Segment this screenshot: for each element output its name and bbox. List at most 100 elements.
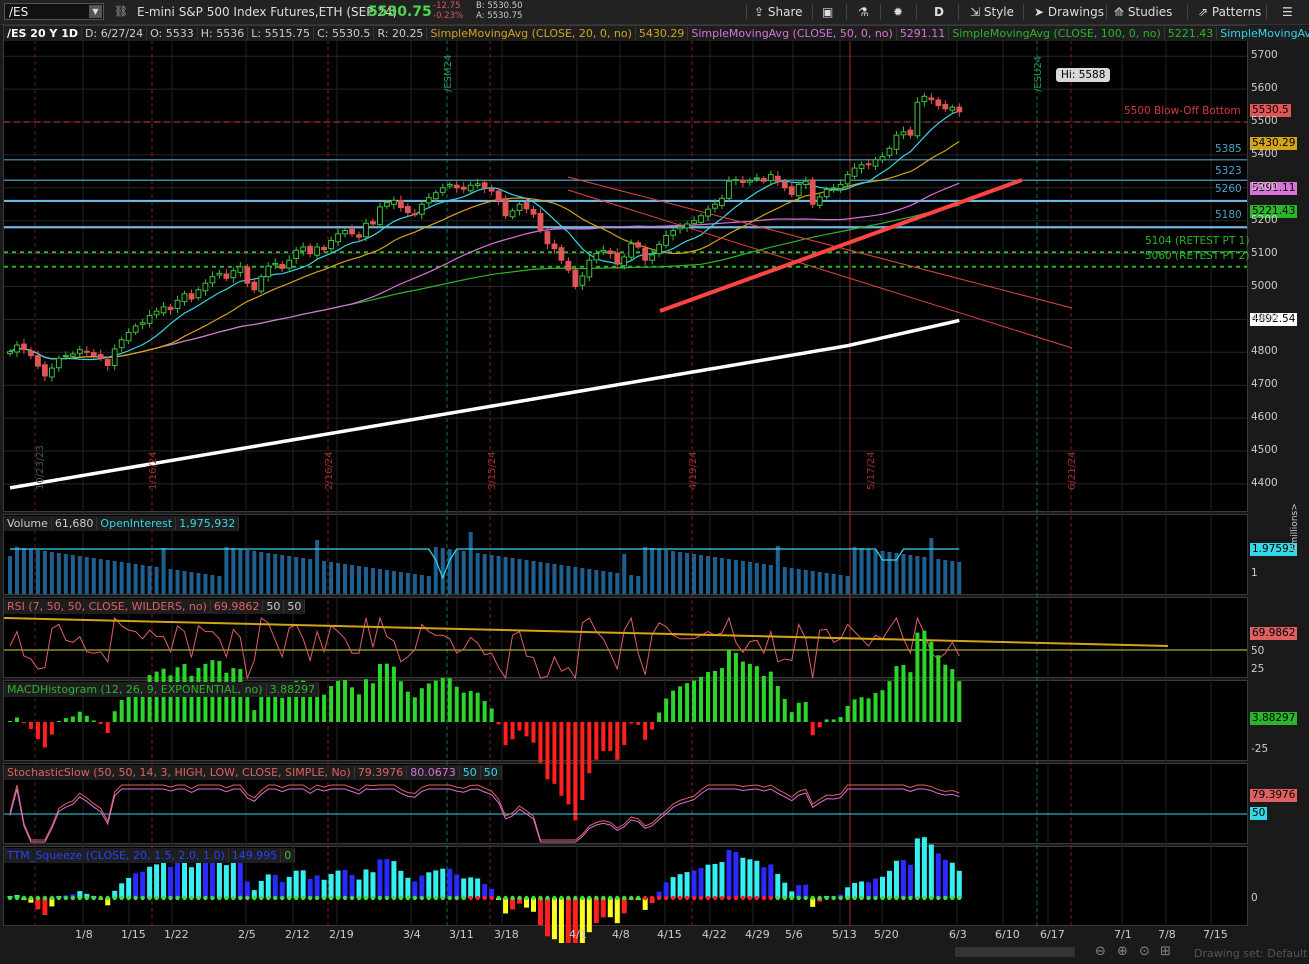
squeeze-dot [349, 895, 355, 901]
candle-body [956, 106, 963, 113]
macd-bar [887, 681, 892, 722]
squeeze-bar [921, 837, 927, 898]
macd-bar [740, 661, 745, 722]
squeeze-dot [566, 895, 571, 901]
squeeze-dot [454, 895, 459, 901]
candle-body [788, 186, 795, 195]
macd-bar [336, 680, 341, 722]
volume-bar [678, 552, 683, 594]
volume-bar [587, 569, 592, 594]
candle-body [795, 184, 802, 197]
candle-body [132, 325, 139, 333]
squeeze-bar [335, 870, 341, 898]
squeeze-bar [942, 859, 948, 898]
volume-bar [545, 563, 550, 594]
date-label: D: 6/27/24 [82, 27, 148, 40]
squeeze-dot [133, 895, 138, 901]
volume-bar [252, 551, 257, 594]
squeeze-dot [112, 895, 117, 901]
candle-body [342, 230, 348, 235]
candle-body [139, 322, 146, 325]
zoom-out-icon[interactable]: ⊖ [1095, 944, 1106, 959]
squeeze-dot [517, 895, 522, 901]
rsi-legend: RSI (7, 50, 50, CLOSE, WILDERS, no) 69.98… [4, 599, 306, 614]
volume-bar [489, 555, 494, 594]
squeeze-bar [600, 898, 606, 918]
volume-bar [845, 576, 850, 594]
zoom-in-icon[interactable]: ⊕ [1117, 944, 1128, 959]
squeeze-dot [370, 895, 376, 901]
squeeze-dot [196, 895, 201, 901]
squeeze-bar [866, 882, 872, 898]
scrollbar[interactable] [955, 947, 1075, 957]
squeeze-dot [175, 895, 180, 901]
squeeze-dot [147, 895, 152, 901]
retest-2-label: 5060 (RETEST PT 2) [1145, 250, 1250, 262]
squeeze-dot [433, 895, 438, 901]
squeeze-bar [314, 875, 320, 898]
date-tick-1/15: 1/15 [121, 928, 146, 941]
macd-bar [329, 686, 334, 722]
stochastic-legend: StochasticSlow (50, 50, 14, 3, HIGH, LOW… [4, 765, 502, 780]
candle-body [565, 260, 572, 271]
squeeze-dot [154, 895, 159, 901]
volume-bar [699, 555, 704, 594]
volume-bar [217, 576, 222, 594]
squeeze-dot [894, 895, 899, 901]
squeeze-dot [391, 895, 397, 901]
zoom-fit-icon[interactable]: ⊙ [1139, 944, 1150, 959]
volume-bar [706, 556, 710, 594]
candle-body [579, 275, 586, 286]
candle-body [670, 230, 677, 236]
stoch-os: 50 [480, 766, 502, 779]
squeeze-bar [279, 881, 285, 898]
volume-bar [573, 567, 578, 594]
candle-body [467, 184, 474, 192]
squeeze-dot [796, 895, 801, 901]
candle-body [28, 350, 34, 357]
squeeze-dot [447, 895, 452, 901]
squeeze-dot [182, 895, 187, 901]
macd-bar [524, 722, 529, 737]
candle-body [69, 353, 76, 357]
candle-body [837, 184, 844, 189]
volume-bar [245, 550, 250, 594]
squeeze-dot [398, 895, 404, 901]
volume-bar [280, 555, 285, 594]
candle-body [146, 314, 153, 324]
macd-bar [91, 720, 96, 722]
candle-body [432, 192, 439, 200]
chart-canvas[interactable] [0, 0, 1309, 964]
squeeze-bar [684, 872, 690, 898]
squeeze-dot [426, 895, 431, 901]
macd-bar [322, 694, 327, 722]
vertical-marker-label: 3/15/24 [487, 451, 498, 490]
volume-bar [782, 567, 787, 594]
volume-bar [468, 532, 473, 594]
macd-bar [552, 722, 557, 784]
candle-body [712, 203, 718, 209]
macd-bar [580, 722, 585, 800]
macd-bar [405, 691, 410, 722]
squeeze-dot [335, 895, 341, 901]
squeeze-dot [482, 895, 487, 901]
sma20-value: 5430.29 [635, 27, 689, 40]
macd-bar [957, 681, 962, 722]
uptrend-line [659, 178, 1023, 313]
squeeze-bar [461, 878, 467, 898]
volume-legend: Volume 61,680 OpenInterest 1,975,932 [4, 516, 240, 531]
volume-bar [377, 569, 382, 594]
volume-bar [768, 565, 773, 594]
candle-body [42, 364, 48, 377]
macd-bar [252, 710, 257, 722]
macd-bar [517, 722, 522, 731]
volume-bar [719, 558, 724, 594]
squeeze-bar [349, 874, 355, 898]
squeeze-bar [740, 857, 746, 898]
squeeze-bar [768, 864, 774, 898]
squeeze-bar [258, 880, 264, 898]
volume-bar [531, 561, 536, 594]
crosshair-icon[interactable]: ⊞ [1160, 944, 1171, 959]
candle-body [705, 208, 711, 217]
volume-bar [405, 573, 410, 594]
